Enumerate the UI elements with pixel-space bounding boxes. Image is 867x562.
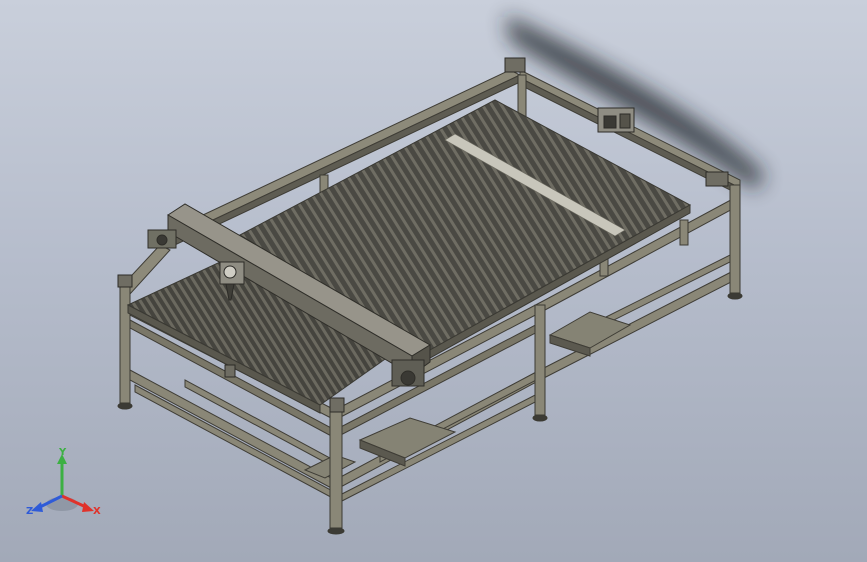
z-axis-label: Z: [26, 506, 33, 517]
y-axis-label: Y: [58, 448, 67, 458]
coordinate-triad[interactable]: Y X Z: [26, 448, 106, 528]
model-viewport[interactable]: Y X Z: [0, 0, 867, 562]
triad-base: [46, 497, 78, 511]
cutting-table-model[interactable]: [0, 0, 867, 562]
x-axis-label: X: [93, 506, 101, 517]
